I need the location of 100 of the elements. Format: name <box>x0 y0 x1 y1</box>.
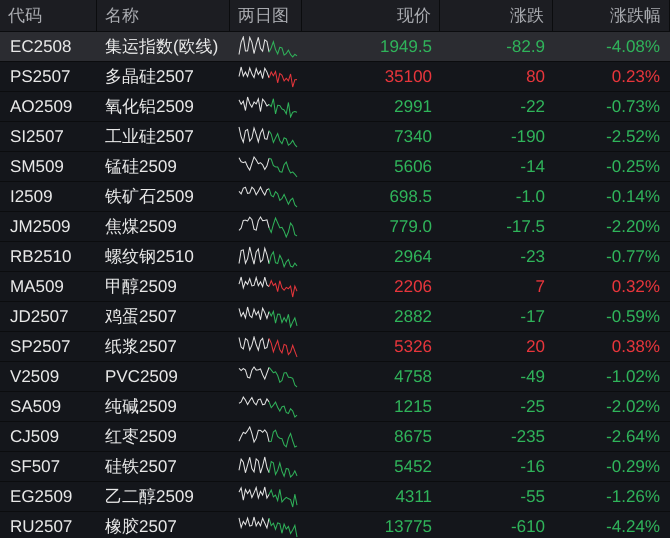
table-cell-text: CJ509 <box>10 426 60 448</box>
table-cell-text: -16 <box>520 456 545 478</box>
table-cell-text: EC2508 <box>10 36 72 58</box>
table-cell-text: -2.52% <box>606 126 660 148</box>
table-cell-text: -82.9 <box>506 36 545 58</box>
table-cell-text: 工业硅2507 <box>105 126 194 148</box>
table-cell-text: 80 <box>526 66 545 88</box>
sparkline-icon <box>238 126 298 148</box>
table-cell-text: 2206 <box>394 276 432 298</box>
table-cell-text: SF507 <box>10 456 60 478</box>
sparkline-icon <box>238 66 298 88</box>
column-header[interactable]: 涨跌幅 <box>610 2 661 28</box>
table-cell-text: JM2509 <box>10 216 70 238</box>
table-cell-text: 20 <box>526 336 545 358</box>
table-cell-text: 多晶硅2507 <box>105 66 194 88</box>
sparkline-icon <box>238 336 298 358</box>
table-cell-text: 螺纹钢2510 <box>105 246 194 268</box>
table-cell-text: PVC2509 <box>105 366 178 388</box>
table-cell-text: -1.26% <box>606 486 660 508</box>
table-cell-text: -0.73% <box>606 96 660 118</box>
table-cell-text: 铁矿石2509 <box>105 186 194 208</box>
table-cell-text: -2.20% <box>606 216 660 238</box>
column-header[interactable]: 现价 <box>397 2 431 28</box>
table-cell-text: -2.02% <box>606 396 660 418</box>
table-cell-text: 779.0 <box>389 216 432 238</box>
table-cell-text: 2964 <box>394 246 432 268</box>
table-cell-text: 乙二醇2509 <box>105 486 194 508</box>
table-cell-text: -17 <box>520 306 545 328</box>
table-cell-text: -610 <box>510 516 545 538</box>
table-cell-text: 2882 <box>394 306 432 328</box>
table-cell-text: 7 <box>536 276 545 298</box>
table-cell-text: -0.14% <box>606 186 660 208</box>
table-cell-text: 纸浆2507 <box>105 336 177 358</box>
column-header[interactable]: 名称 <box>105 2 139 28</box>
table-cell-text: 纯碱2509 <box>105 396 177 418</box>
table-cell-text: 红枣2509 <box>105 426 177 448</box>
table-cell-text: 1949.5 <box>380 36 432 58</box>
table-cell-text: -235 <box>510 426 545 448</box>
table-cell-text: 鸡蛋2507 <box>105 306 177 328</box>
table-cell-text: -4.24% <box>606 516 660 538</box>
sparkline-icon <box>238 156 298 178</box>
table-cell-text: RU2507 <box>10 516 72 538</box>
table-cell-text: -14 <box>520 156 545 178</box>
table-cell-text: -0.29% <box>606 456 660 478</box>
sparkline-icon <box>238 216 298 238</box>
table-cell-text: -23 <box>520 246 545 268</box>
table-cell-text: 5452 <box>394 456 432 478</box>
table-cell-text: JD2507 <box>10 306 69 328</box>
table-cell-text: 5326 <box>394 336 432 358</box>
table-cell-text: 硅铁2507 <box>105 456 177 478</box>
table-cell-text: 甲醇2509 <box>105 276 177 298</box>
table-cell-text: SP2507 <box>10 336 70 358</box>
table-cell-text: -49 <box>520 366 545 388</box>
table-cell-text: 35100 <box>384 66 432 88</box>
table-cell-text: EG2509 <box>10 486 72 508</box>
table-cell-text: SI2507 <box>10 126 64 148</box>
table-cell-text: 4758 <box>394 366 432 388</box>
table-cell-text: 0.32% <box>612 276 660 298</box>
sparkline-icon <box>238 276 298 298</box>
sparkline-icon <box>238 306 298 328</box>
table-cell-text: -55 <box>520 486 545 508</box>
table-cell-text: V2509 <box>10 366 60 388</box>
sparkline-icon <box>238 516 298 538</box>
table-cell-text: MA509 <box>10 276 64 298</box>
sparkline-icon <box>238 36 298 58</box>
sparkline-icon <box>238 246 298 268</box>
column-header[interactable]: 涨跌 <box>510 2 544 28</box>
table-cell-text: PS2507 <box>10 66 70 88</box>
table-cell-text: I2509 <box>10 186 53 208</box>
table-cell-text: -190 <box>510 126 545 148</box>
table-cell-text: 橡胶2507 <box>105 516 177 538</box>
table-cell-text: -0.25% <box>606 156 660 178</box>
table-cell-text: 8675 <box>394 426 432 448</box>
table-cell-text: -25 <box>520 396 545 418</box>
column-header[interactable]: 两日图 <box>238 2 289 28</box>
table-cell-text: -22 <box>520 96 545 118</box>
table-cell-text: -0.77% <box>606 246 660 268</box>
sparkline-icon <box>238 456 298 478</box>
table-cell-text: RB2510 <box>10 246 72 268</box>
sparkline-icon <box>238 96 298 118</box>
table-cell-text: 13775 <box>384 516 432 538</box>
table-cell-text: -1.02% <box>606 366 660 388</box>
table-cell-text: -0.59% <box>606 306 660 328</box>
table-cell-text: -1.0 <box>516 186 545 208</box>
sparkline-icon <box>238 486 298 508</box>
table-cell-text: 集运指数(欧线) <box>105 36 218 58</box>
table-cell-text: 氧化铝2509 <box>105 96 194 118</box>
table-cell-text: 4311 <box>395 486 432 508</box>
table-row[interactable]: EC2508 集运指数(欧线) 1949.5 -82.9 -4.08% <box>0 32 670 62</box>
table-cell-text: 2991 <box>394 96 432 118</box>
table-cell-text: AO2509 <box>10 96 72 118</box>
table-cell-text: 5606 <box>394 156 432 178</box>
table-cell-text: -4.08% <box>606 36 660 58</box>
table-cell-text: SA509 <box>10 396 62 418</box>
table-cell-text: 0.23% <box>612 66 660 88</box>
sparkline-icon <box>238 186 298 208</box>
sparkline-icon <box>238 366 298 388</box>
table-cell-text: 焦煤2509 <box>105 216 177 238</box>
column-header[interactable]: 代码 <box>8 2 42 28</box>
table-cell-text: 锰硅2509 <box>105 156 177 178</box>
